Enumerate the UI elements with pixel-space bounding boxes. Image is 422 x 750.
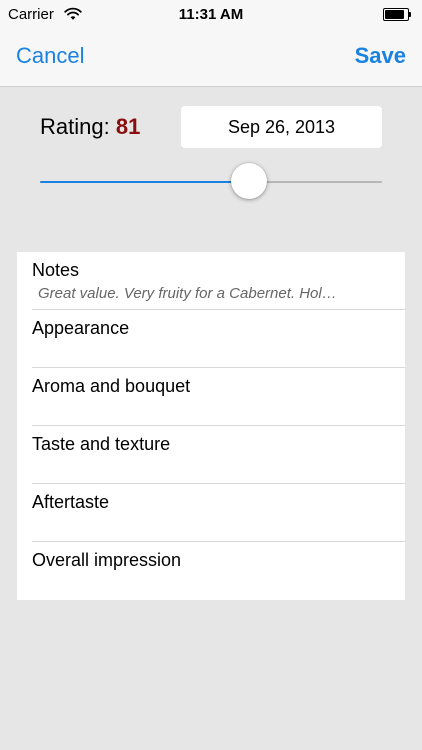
rating-value: 81 — [115, 114, 141, 139]
list-item-taste[interactable]: Taste and texture — [17, 426, 405, 484]
clock: 11:31 AM — [178, 6, 244, 23]
list-item-notes[interactable]: Notes Great value. Very fruity for a Cab… — [17, 252, 405, 310]
navigation-bar: Carrier 11:31 AM Cancel Save — [0, 0, 422, 87]
rating-slider[interactable] — [40, 160, 382, 204]
status-bar: Carrier 11:31 AM — [0, 0, 422, 30]
list-item-title: Aftertaste — [32, 492, 110, 512]
battery-icon — [383, 8, 412, 21]
rating-display: Rating: 81 — [40, 114, 140, 140]
list-item-appearance[interactable]: Appearance — [17, 310, 405, 368]
rating-label: Rating: — [40, 114, 110, 139]
list-item-overall[interactable]: Overall impression — [17, 542, 405, 600]
slider-fill — [40, 181, 249, 183]
list-item-aftertaste[interactable]: Aftertaste — [17, 484, 405, 542]
notes-preview: Great value. Very fruity for a Cabernet.… — [38, 285, 337, 302]
list-item-title: Taste and texture — [32, 434, 171, 454]
save-button[interactable]: Save — [355, 43, 406, 69]
date-button[interactable]: Sep 26, 2013 — [181, 106, 382, 148]
list-item-title: Aroma and bouquet — [32, 376, 191, 396]
list-item-title: Notes — [32, 260, 80, 280]
list-item-title: Overall impression — [32, 550, 182, 570]
tasting-notes-list: Notes Great value. Very fruity for a Cab… — [17, 252, 405, 600]
list-item-aroma[interactable]: Aroma and bouquet — [17, 368, 405, 426]
slider-thumb[interactable] — [230, 163, 267, 199]
list-item-title: Appearance — [32, 318, 130, 338]
cancel-button[interactable]: Cancel — [16, 43, 84, 69]
